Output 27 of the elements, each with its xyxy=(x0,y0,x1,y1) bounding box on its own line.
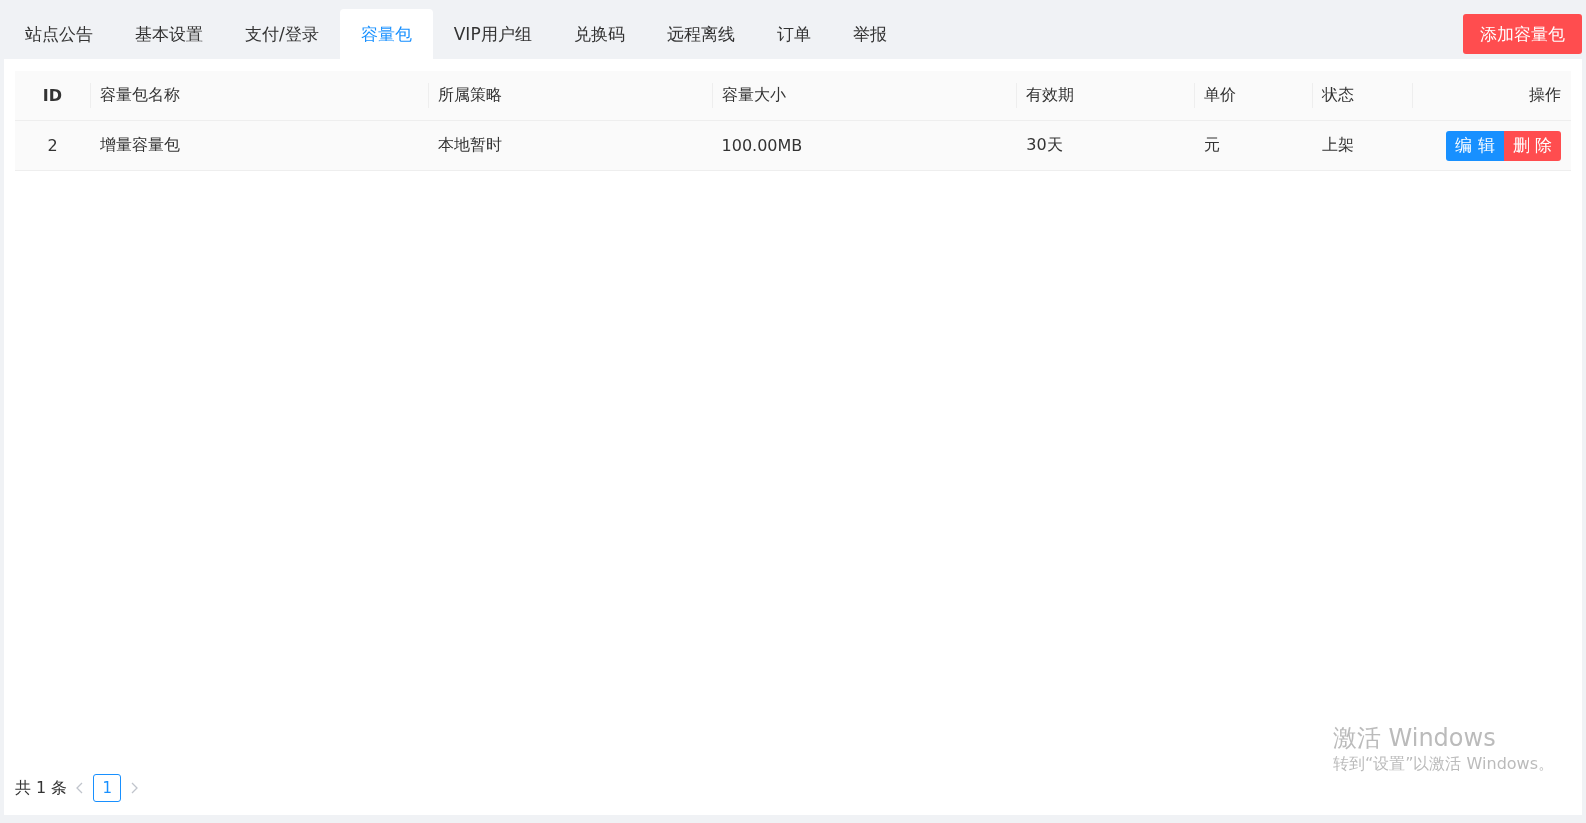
table-cell: 上架 xyxy=(1322,135,1355,156)
tab[interactable]: 远程离线 xyxy=(645,9,756,59)
total-count: 共 1 条 xyxy=(15,777,68,799)
column-header: 操作 xyxy=(1529,85,1561,106)
table-cell: 30天 xyxy=(1026,135,1063,156)
tab[interactable]: 基本设置 xyxy=(114,9,224,59)
column-header: 容量包名称 xyxy=(99,85,180,106)
activation-title: 激活 Windows xyxy=(1332,723,1497,754)
column-header: 单价 xyxy=(1204,85,1237,106)
tab[interactable]: 举报 xyxy=(831,9,908,59)
column-header: 状态 xyxy=(1322,85,1355,106)
tab[interactable]: 站点公告 xyxy=(4,9,114,59)
tab[interactable]: VIP用户组 xyxy=(432,9,553,59)
column-header: 有效期 xyxy=(1026,85,1075,106)
tab[interactable]: 支付/登录 xyxy=(224,9,340,59)
table-cell: 元 xyxy=(1204,135,1221,156)
tab[interactable]: 兑换码 xyxy=(552,9,646,59)
column-header: 所属策略 xyxy=(437,85,502,106)
column-header: ID xyxy=(42,86,63,105)
table-cell: 本地暂时 xyxy=(437,135,502,156)
table-cell: 100.00MB xyxy=(721,136,803,155)
next-page-icon[interactable] xyxy=(129,782,140,794)
activation-message: 转到“设置”以激活 Windows。 xyxy=(1332,754,1554,775)
tab[interactable]: 订单 xyxy=(755,9,832,59)
table-cell: 2 xyxy=(47,136,58,155)
column-header: 容量大小 xyxy=(721,85,786,106)
table-cell: 增量容量包 xyxy=(99,135,180,156)
